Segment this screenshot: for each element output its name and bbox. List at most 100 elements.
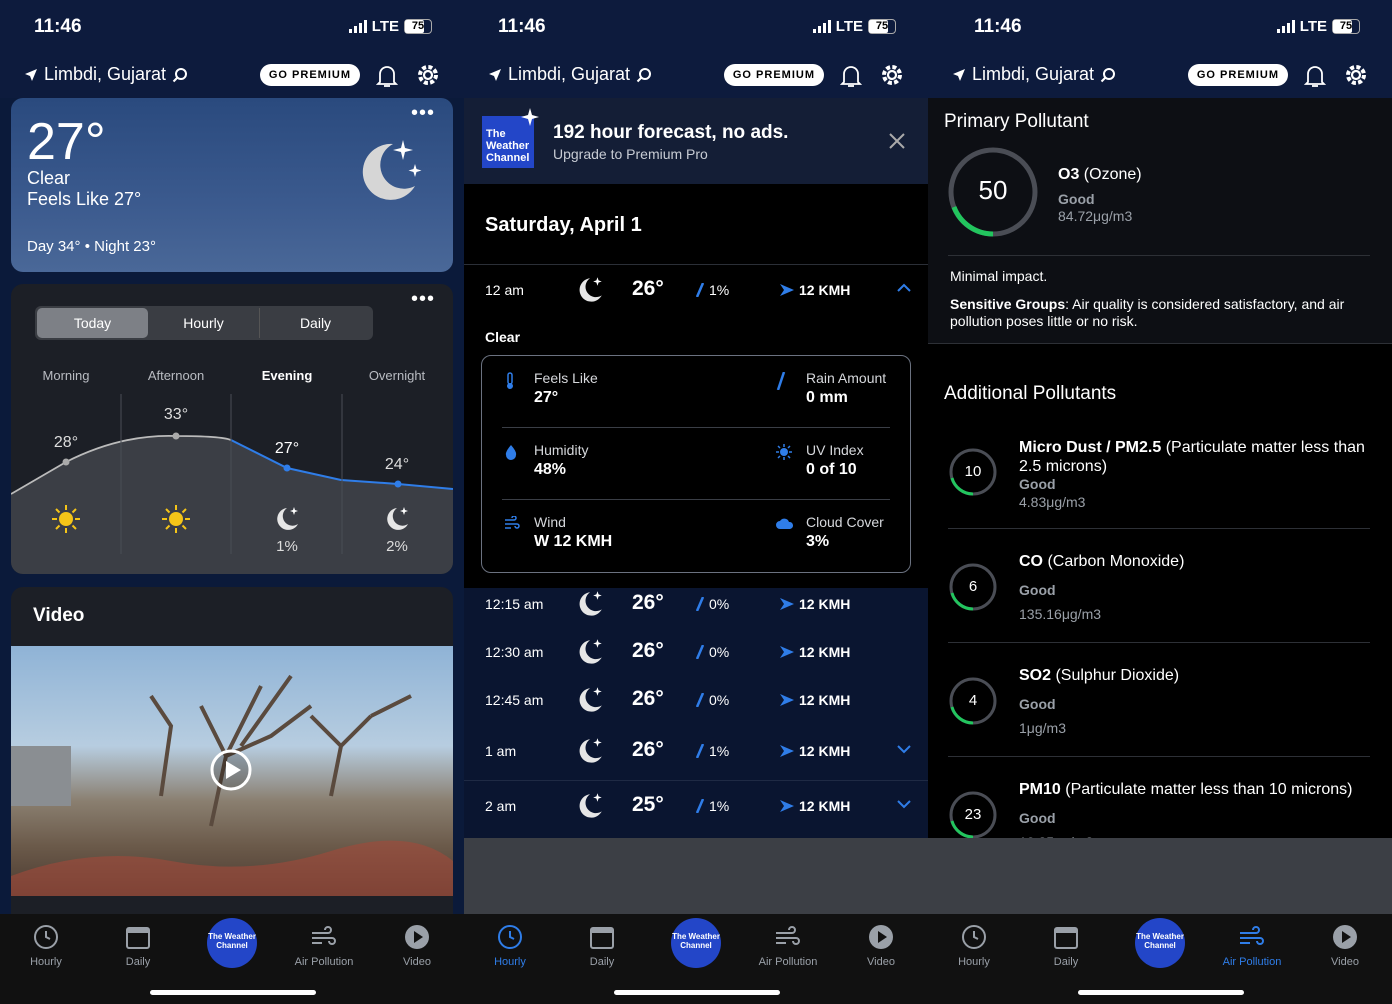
hour-row[interactable]: 12 am 26° 1% 12 KMH [464, 266, 928, 316]
more-options-icon[interactable]: ••• [411, 288, 435, 311]
calendar-icon [590, 927, 614, 949]
uv-index-label: UV Index [806, 442, 864, 458]
tab-daily[interactable]: Daily [260, 308, 371, 338]
tab-video[interactable]: Video [377, 924, 457, 968]
go-premium-button[interactable]: GO PREMIUM [723, 64, 824, 86]
video-thumbnail[interactable] [11, 646, 453, 896]
hour-temp: 26° [632, 687, 664, 710]
bell-icon[interactable] [376, 64, 398, 88]
location-selector[interactable]: Limbdi, Gujarat [952, 64, 1116, 85]
gear-icon[interactable] [416, 63, 440, 87]
hour-precip: 1% [696, 743, 729, 759]
bottom-tab-bar: Hourly Daily The Weather Channel Air Pol… [928, 914, 1392, 1004]
raindrop-icon [776, 371, 786, 393]
tab-daily[interactable]: Daily [562, 924, 642, 968]
tab-air-pollution[interactable]: Air Pollution [748, 924, 828, 968]
hour-temp: 25° [632, 793, 664, 816]
tab-hourly[interactable]: Hourly [470, 924, 550, 968]
gear-icon[interactable] [880, 63, 904, 87]
aqi-value: 10 [964, 463, 982, 480]
aqi-value: 23 [964, 806, 982, 823]
chevron-up-icon[interactable] [896, 280, 912, 296]
tab-video[interactable]: Video [841, 924, 921, 968]
tab-today[interactable]: Today [37, 308, 148, 338]
play-icon[interactable] [210, 749, 252, 791]
clock-icon [34, 925, 58, 949]
tab-air-pollution[interactable]: Air Pollution [284, 924, 364, 968]
cloud-cover-value: 3% [806, 533, 830, 550]
location-arrow-icon [25, 68, 37, 81]
location-name: Limbdi, Gujarat [972, 64, 1095, 84]
pollutant-row[interactable]: 23 PM10 (Particulate matter less than 10 … [928, 762, 1392, 838]
moon-icon [574, 274, 606, 309]
moon-icon [342, 504, 452, 539]
daypart-overnight: Overnight [368, 368, 426, 383]
hour-row[interactable]: 1 am 26° 1% 12 KMH [464, 727, 928, 781]
weather-channel-logo[interactable]: The Weather Channel [207, 918, 257, 968]
current-conditions-card[interactable]: ••• 27° Clear Feels Like 27° Day 34° • N… [11, 98, 453, 272]
pollutant-amount: 4.83μg/m3 [1019, 494, 1086, 510]
location-selector[interactable]: Limbdi, Gujarat [24, 64, 188, 85]
top-bar: Limbdi, Gujarat GO PREMIUM [464, 52, 928, 98]
pollutant-row[interactable]: 6 CO (Carbon Monoxide) Good 135.16μg/m3 [928, 534, 1392, 648]
chevron-down-icon[interactable] [896, 741, 912, 757]
bell-icon[interactable] [1304, 64, 1326, 88]
chevron-down-icon[interactable] [896, 796, 912, 812]
aqi-value: 4 [968, 692, 978, 709]
air-pollution-screen: 11:46 LTE 75 Limbdi, Gujarat GO PREMIUM … [928, 0, 1392, 1004]
go-premium-button[interactable]: GO PREMIUM [1187, 64, 1288, 86]
bell-icon[interactable] [840, 64, 862, 88]
rain-amount-label: Rain Amount [806, 370, 887, 386]
wind-icon [776, 926, 800, 945]
hour-row[interactable]: 12:30 am 26° 0% 12 KMH [464, 628, 928, 678]
humidity-value: 48% [534, 461, 567, 478]
aqi-value: 6 [968, 578, 978, 595]
clock-icon [962, 925, 986, 949]
aqi-gauge: 23 [948, 790, 998, 838]
hour-row[interactable]: 2 am 25° 1% 12 KMH [464, 782, 928, 832]
moon-icon [574, 636, 606, 671]
tab-hourly[interactable]: Hourly [934, 924, 1014, 968]
tab-daily[interactable]: Daily [1026, 924, 1106, 968]
more-options-icon[interactable]: ••• [411, 102, 435, 125]
gear-icon[interactable] [1344, 63, 1368, 87]
daypart-temp: 24° [384, 456, 410, 473]
tab-daily[interactable]: Daily [98, 924, 178, 968]
tab-air-pollution[interactable]: Air Pollution [1212, 924, 1292, 968]
tab-video[interactable]: Video [1305, 924, 1385, 968]
tab-hourly[interactable]: Hourly [148, 308, 260, 338]
top-bar: Limbdi, Gujarat GO PREMIUM [928, 52, 1392, 98]
weather-channel-logo[interactable]: The Weather Channel [1135, 918, 1185, 968]
ad-placeholder [928, 838, 1392, 914]
hour-row[interactable]: 12:45 am 26° 0% 12 KMH [464, 676, 928, 726]
go-premium-button[interactable]: GO PREMIUM [259, 64, 360, 86]
clock-icon [498, 925, 522, 949]
feels-like-label: Feels Like [534, 370, 598, 386]
close-icon[interactable] [888, 132, 906, 150]
moon-stars-icon [362, 140, 422, 200]
weather-channel-logo[interactable]: The Weather Channel [671, 918, 721, 968]
wind-icon [312, 926, 336, 945]
pollutant-level: Good [1019, 810, 1056, 826]
search-icon [636, 67, 652, 82]
today-screen: 11:46 LTE 75 Limbdi, Gujarat GO PREMIUM … [0, 0, 464, 1004]
battery-icon: 75 [404, 19, 432, 34]
divider [948, 255, 1370, 256]
calendar-icon [1054, 927, 1078, 949]
hour-row[interactable]: 12:15 am 26° 0% 12 KMH [464, 580, 928, 630]
location-selector[interactable]: Limbdi, Gujarat [488, 64, 652, 85]
pollutant-amount: 135.16μg/m3 [1019, 606, 1102, 622]
hour-precip: 0% [696, 596, 729, 612]
video-card[interactable]: Video [11, 587, 453, 917]
aqi-value: 50 [978, 175, 1008, 205]
hour-wind: 12 KMH [780, 644, 850, 660]
aqi-gauge: 50 [946, 145, 1040, 239]
wind-arrow-icon [780, 598, 794, 610]
premium-promo-banner[interactable]: The Weather Channel 192 hour forecast, n… [464, 98, 928, 184]
wind-icon [1240, 926, 1264, 945]
uv-index-value: 0 of 10 [806, 461, 857, 478]
pollutant-row[interactable]: 4 SO2 (Sulphur Dioxide) Good 1μg/m3 [928, 648, 1392, 762]
pollutant-row[interactable]: 10 Micro Dust / PM2.5 (Particulate matter… [928, 420, 1392, 534]
tab-hourly[interactable]: Hourly [6, 924, 86, 968]
status-icons: LTE 75 [348, 18, 432, 35]
